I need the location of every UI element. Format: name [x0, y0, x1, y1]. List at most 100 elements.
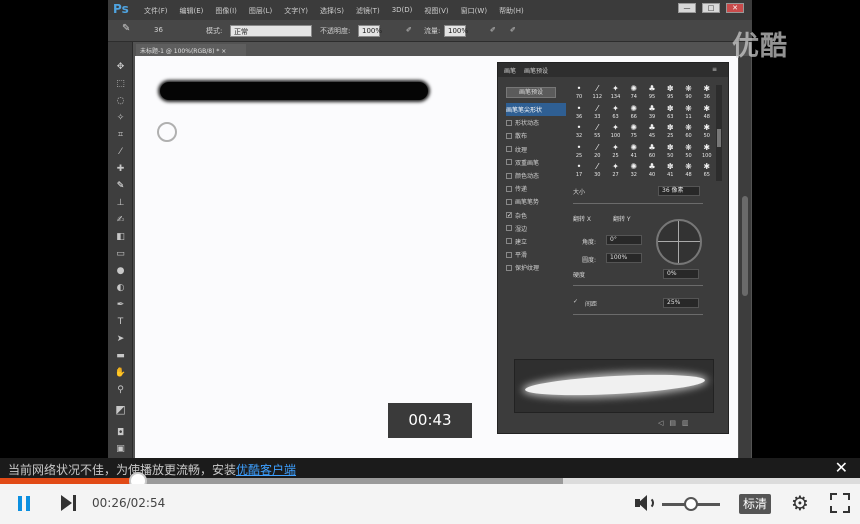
- brush-tip: • 25: [575, 142, 583, 159]
- volume-icon[interactable]: [634, 493, 656, 513]
- property-item: 保护纹理: [506, 261, 566, 274]
- youku-watermark: 优酷: [732, 31, 788, 62]
- panel-tab-brush: 画笔: [504, 68, 517, 75]
- brush-tip: ✽ 50: [666, 142, 674, 159]
- volume-handle[interactable]: [684, 497, 698, 511]
- opacity-value: 100%: [358, 25, 382, 37]
- marquee-tool-icon: ⬚: [116, 79, 125, 89]
- menu-item: 滤镜(T): [355, 7, 380, 15]
- brush-tip: ❋ 11: [685, 103, 692, 120]
- brush-tip: ✺ 32: [630, 162, 638, 179]
- property-item: ✓ 杂色: [506, 212, 528, 220]
- healing-icon: ✚: [116, 164, 125, 174]
- checkbox-checked-icon: ✓: [506, 212, 513, 220]
- pause-icon[interactable]: [16, 493, 34, 513]
- tip-grid-scrollbar: [716, 85, 722, 181]
- checkbox-icon: [506, 198, 512, 205]
- gradient-icon: ▭: [116, 249, 125, 259]
- ps-logo: Ps: [113, 2, 129, 16]
- hardness-value: 0%: [663, 269, 699, 279]
- brush-tip: • 70: [575, 84, 583, 101]
- fullscreen-icon[interactable]: [830, 493, 850, 513]
- brush-tip: ✺ 74: [630, 84, 638, 101]
- brush-tip: ♣ 40: [648, 162, 656, 179]
- brush-tool-icon: ✎: [122, 23, 131, 34]
- property-item: 建立: [506, 235, 566, 248]
- ps-menubar: Ps 文件(F) 编辑(E) 图像(I) 图层(L) 文字(Y) 选择(S) 滤…: [108, 0, 752, 20]
- quality-button[interactable]: 标清: [739, 494, 771, 514]
- tablet-icon: ✐: [510, 26, 516, 34]
- video-frame[interactable]: Ps 文件(F) 编辑(E) 图像(I) 图层(L) 文字(Y) 选择(S) 滤…: [0, 0, 860, 458]
- volume-slider[interactable]: [662, 497, 720, 511]
- quick-select-icon: ✧: [116, 113, 125, 123]
- path-select-icon: ➤: [116, 334, 125, 344]
- brush-tip: ✺ 66: [630, 103, 638, 120]
- quick-mask-icon: ◘: [116, 428, 125, 438]
- stamp-tool-icon: ⊥: [116, 198, 125, 208]
- angle-label: 角度:: [582, 239, 597, 246]
- brush-tip: ♣ 95: [648, 84, 656, 101]
- brush-panel-header: 画笔 画笔预设 ≡: [498, 63, 728, 77]
- brush-tip: ✽ 25: [666, 123, 674, 140]
- brush-tip: ✱ 48: [703, 103, 711, 120]
- property-item: 颜色动态: [506, 169, 566, 182]
- canvas-scroll-thumb: [742, 196, 748, 296]
- brush-tip: ❋ 50: [685, 142, 692, 159]
- brush-tip: ✽ 63: [666, 103, 674, 120]
- angle-dial: [656, 219, 702, 265]
- brush-size-value: 36: [154, 26, 163, 34]
- ps-menu: 文件(F) 编辑(E) 图像(I) 图层(L) 文字(Y) 选择(S) 滤镜(T…: [138, 0, 530, 20]
- panel-menu-icon: ≡: [712, 66, 718, 73]
- menu-item: 文件(F): [144, 7, 168, 15]
- property-item: 湿边: [506, 222, 566, 235]
- player-controls: 00:26/02:54 标清 ⚙: [0, 484, 860, 524]
- brush-tip: ✺ 75: [630, 123, 638, 140]
- menu-item: 图层(L): [248, 7, 273, 15]
- panel-tab-presets: 画笔预设: [524, 68, 549, 75]
- brush-tip: ❋ 60: [685, 123, 692, 140]
- brush-stroke: [160, 82, 428, 100]
- checkbox-icon: [506, 146, 512, 153]
- checkbox-icon: [506, 185, 512, 192]
- menu-item: 编辑(E): [179, 7, 204, 15]
- color-swatch-icon: ◩: [115, 403, 126, 416]
- blur-icon: ●: [116, 266, 125, 276]
- brush-tip: ❋ 90: [685, 84, 692, 101]
- menu-item: 窗口(W): [460, 7, 488, 15]
- panel-footer-icons: ◁▤▥: [658, 419, 695, 427]
- airbrush-icon: ✐: [490, 26, 496, 34]
- eyedropper-icon: ⁄: [119, 147, 122, 157]
- brush-tip: ✺ 41: [630, 142, 638, 159]
- brush-tip: ⁄ 30: [594, 162, 601, 179]
- dodge-icon: ◐: [116, 283, 125, 293]
- property-item: 散布: [506, 129, 566, 142]
- brush-property-list: 画笔笔尖形状 形状动态 散布 纹理 双重画笔 颜色动态 传递 画笔笔势 ✓ 杂色 …: [506, 103, 566, 274]
- checkbox-icon: [506, 225, 512, 232]
- brush-tip: ♣ 60: [648, 142, 656, 159]
- spacing-checkbox-icon: ✓: [573, 298, 579, 305]
- next-icon[interactable]: [58, 493, 80, 513]
- mode-value: 正常: [230, 25, 312, 37]
- opacity-label: 不透明度:: [320, 27, 351, 35]
- shape-tool-icon: ▬: [116, 351, 125, 361]
- roundness-label: 圆度:: [582, 257, 597, 264]
- checkbox-icon: [506, 264, 512, 271]
- client-download-link[interactable]: 优酷客户端: [236, 463, 296, 477]
- canvas-scrollbar: [739, 56, 751, 458]
- brush-tip-grid: • 70 ⁄ 112 ✦ 134 ✺ 74 ♣ 95 ✽ 95 ❋ 90 ✱ 36 • 36 ⁄ 33 ✦ 63 ✺ 66 ♣ 3…: [571, 85, 715, 181]
- angle-value: 0°: [606, 235, 642, 245]
- type-tool-icon: T: [117, 317, 124, 327]
- notice-text: 当前网络状况不佳，为使播放更流畅，安装优酷客户端: [8, 461, 296, 478]
- checkbox-icon: [506, 159, 512, 166]
- property-item: 传递: [506, 182, 566, 195]
- brush-tip: ✱ 36: [703, 84, 711, 101]
- checkbox-icon: [506, 251, 512, 258]
- menu-item: 视图(V): [424, 7, 449, 15]
- close-icon[interactable]: ✕: [835, 459, 848, 477]
- size-label: 大小: [573, 189, 586, 196]
- checkbox-icon: [506, 119, 512, 126]
- brush-tip: ✽ 95: [666, 84, 674, 101]
- gear-icon[interactable]: ⚙: [790, 493, 810, 513]
- property-item: 形状动态: [506, 116, 566, 129]
- size-value: 36 像素: [658, 186, 700, 196]
